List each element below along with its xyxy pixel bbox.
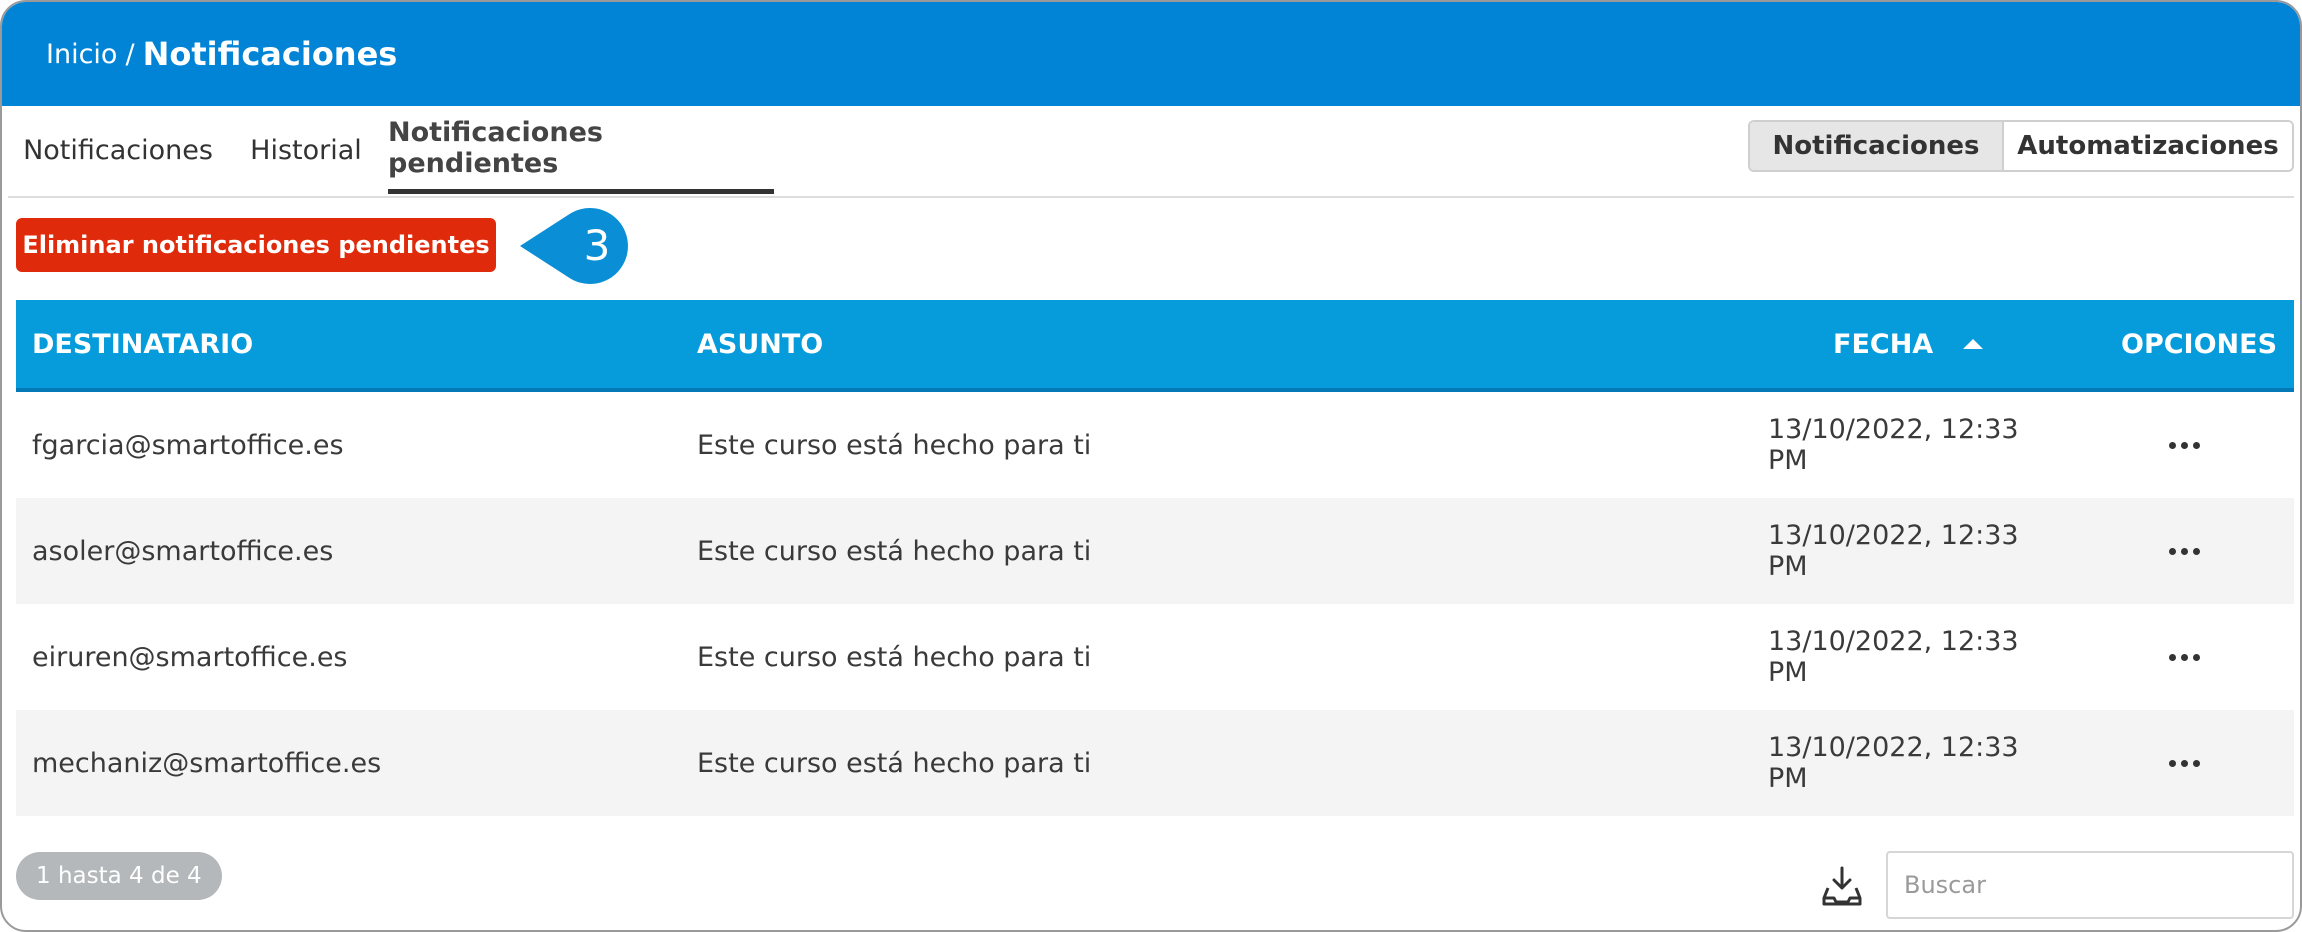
pagination-badge: 1 hasta 4 de 4: [16, 852, 222, 900]
tab-historial[interactable]: Historial: [244, 106, 368, 194]
cell-date: 13/10/2022, 12:33 PM: [1768, 520, 2019, 582]
more-options-icon: [2169, 759, 2200, 767]
row-options-button[interactable]: [2169, 392, 2200, 498]
cell-recipient: fgarcia@smartoffice.es: [32, 429, 344, 461]
caret-up-icon[interactable]: [1963, 339, 1984, 349]
app-window: Inicio / Notificaciones Notificaciones H…: [0, 0, 2302, 932]
cell-subject: Este curso está hecho para ti: [697, 535, 1092, 567]
page-title: Notificaciones: [142, 35, 398, 73]
column-header-recipient[interactable]: DESTINATARIO: [32, 300, 253, 388]
cell-date: 13/10/2022, 12:33 PM: [1768, 732, 2019, 794]
table-row: eiruren@smartoffice.es Este curso está h…: [16, 604, 2294, 710]
cell-subject: Este curso está hecho para ti: [697, 747, 1092, 779]
view-switch: Notificaciones Automatizaciones: [1748, 120, 2294, 172]
row-options-button[interactable]: [2169, 604, 2200, 710]
breadcrumb-home-link[interactable]: Inicio: [46, 39, 117, 70]
automations-view-button[interactable]: Automatizaciones: [2004, 122, 2292, 170]
table-row: fgarcia@smartoffice.es Este curso está h…: [16, 392, 2294, 498]
more-options-icon: [2169, 653, 2200, 661]
cell-recipient: eiruren@smartoffice.es: [32, 641, 348, 673]
table-row: mechaniz@smartoffice.es Este curso está …: [16, 710, 2294, 816]
tab-notificaciones[interactable]: Notificaciones: [23, 106, 213, 194]
cell-date: 13/10/2022, 12:33 PM: [1768, 626, 2019, 688]
callout-number: 3: [584, 221, 611, 270]
row-options-button[interactable]: [2169, 710, 2200, 816]
row-options-button[interactable]: [2169, 498, 2200, 604]
more-options-icon: [2169, 547, 2200, 555]
top-bar: Inicio / Notificaciones: [2, 2, 2300, 106]
column-header-options: OPCIONES: [2121, 328, 2278, 360]
tab-notificaciones-pendientes[interactable]: Notificaciones pendientes: [388, 106, 774, 194]
delete-pending-notifications-button[interactable]: Eliminar notificaciones pendientes: [16, 218, 496, 272]
callout-pointer: [520, 208, 628, 284]
breadcrumb-separator: /: [125, 38, 135, 70]
breadcrumb: Inicio / Notificaciones: [46, 2, 397, 106]
column-header-date-label: FECHA: [1833, 328, 1934, 360]
table-row: asoler@smartoffice.es Este curso está he…: [16, 498, 2294, 604]
download-icon[interactable]: [1820, 864, 1864, 908]
cell-subject: Este curso está hecho para ti: [697, 641, 1092, 673]
cell-date: 13/10/2022, 12:33 PM: [1768, 414, 2019, 476]
column-header-subject[interactable]: ASUNTO: [697, 300, 823, 388]
table-header: DESTINATARIO ASUNTO FECHA OPCIONES: [16, 300, 2294, 392]
pending-notifications-table: DESTINATARIO ASUNTO FECHA OPCIONES fgarc…: [16, 300, 2294, 816]
cell-subject: Este curso está hecho para ti: [697, 429, 1092, 461]
notifications-view-button[interactable]: Notificaciones: [1750, 122, 2004, 170]
column-header-date[interactable]: FECHA: [1833, 300, 1984, 388]
cell-recipient: asoler@smartoffice.es: [32, 535, 334, 567]
search-input[interactable]: [1886, 851, 2294, 919]
more-options-icon: [2169, 441, 2200, 449]
step-callout: 3: [520, 208, 628, 284]
cell-recipient: mechaniz@smartoffice.es: [32, 747, 382, 779]
